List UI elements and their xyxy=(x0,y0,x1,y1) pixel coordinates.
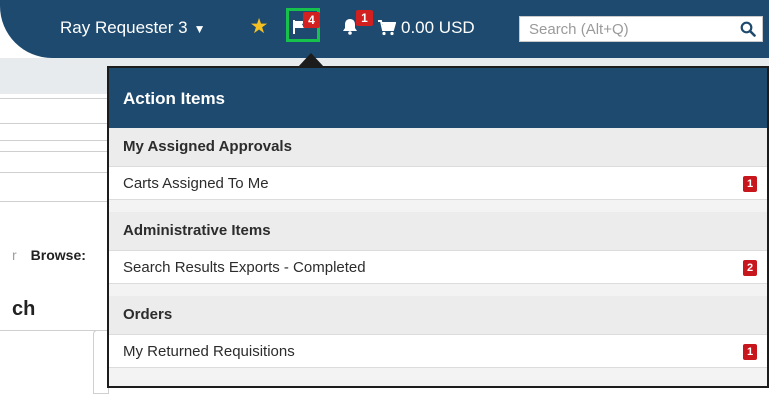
search-input[interactable] xyxy=(520,17,730,41)
section-header-administrative-items: Administrative Items xyxy=(109,212,767,250)
action-item-label: Search Results Exports - Completed xyxy=(123,259,366,276)
action-items-popover: Action Items My Assigned Approvals Carts… xyxy=(107,66,769,388)
search-box xyxy=(519,16,763,42)
action-item-my-returned-requisitions[interactable]: My Returned Requisitions 1 xyxy=(109,334,767,368)
action-items-count-badge: 4 xyxy=(303,12,320,28)
top-navigation-bar: Ray Requester 3 ▼ ★ 4 1 0.00 USD xyxy=(0,0,769,60)
action-item-count-badge: 1 xyxy=(743,344,757,360)
browse-label: Browse: xyxy=(30,247,86,263)
cart-button[interactable]: 0.00 USD xyxy=(378,16,475,40)
section-header-orders: Orders xyxy=(109,296,767,334)
popover-title: Action Items xyxy=(109,68,767,128)
user-menu[interactable]: Ray Requester 3 ▼ xyxy=(60,16,205,40)
action-item-search-results-exports[interactable]: Search Results Exports - Completed 2 xyxy=(109,250,767,284)
action-item-label: My Returned Requisitions xyxy=(123,343,295,360)
popover-arrow xyxy=(298,53,324,67)
action-item-label: Carts Assigned To Me xyxy=(123,175,269,192)
background-heading-fragment: ch xyxy=(12,298,36,320)
action-item-count-badge: 1 xyxy=(743,176,757,192)
background-field xyxy=(0,98,110,124)
background-field xyxy=(0,140,110,152)
background-link-fragment[interactable]: r xyxy=(12,247,17,263)
action-items-button[interactable]: 4 xyxy=(286,8,320,42)
action-item-carts-assigned-to-me[interactable]: Carts Assigned To Me 1 xyxy=(109,166,767,200)
browse-row: r Browse: xyxy=(0,244,86,266)
cart-icon xyxy=(378,20,396,36)
search-icon[interactable] xyxy=(740,21,756,37)
section-header-my-assigned-approvals: My Assigned Approvals xyxy=(109,128,767,166)
caret-down-icon: ▼ xyxy=(193,22,206,36)
action-item-count-badge: 2 xyxy=(743,260,757,276)
notifications-count-badge: 1 xyxy=(356,10,373,26)
star-icon[interactable]: ★ xyxy=(248,15,270,39)
user-name: Ray Requester 3 xyxy=(60,18,188,37)
background-field xyxy=(0,172,110,202)
cart-total: 0.00 USD xyxy=(401,18,475,37)
background-panel xyxy=(0,330,96,391)
notifications-button[interactable]: 1 xyxy=(340,10,373,40)
